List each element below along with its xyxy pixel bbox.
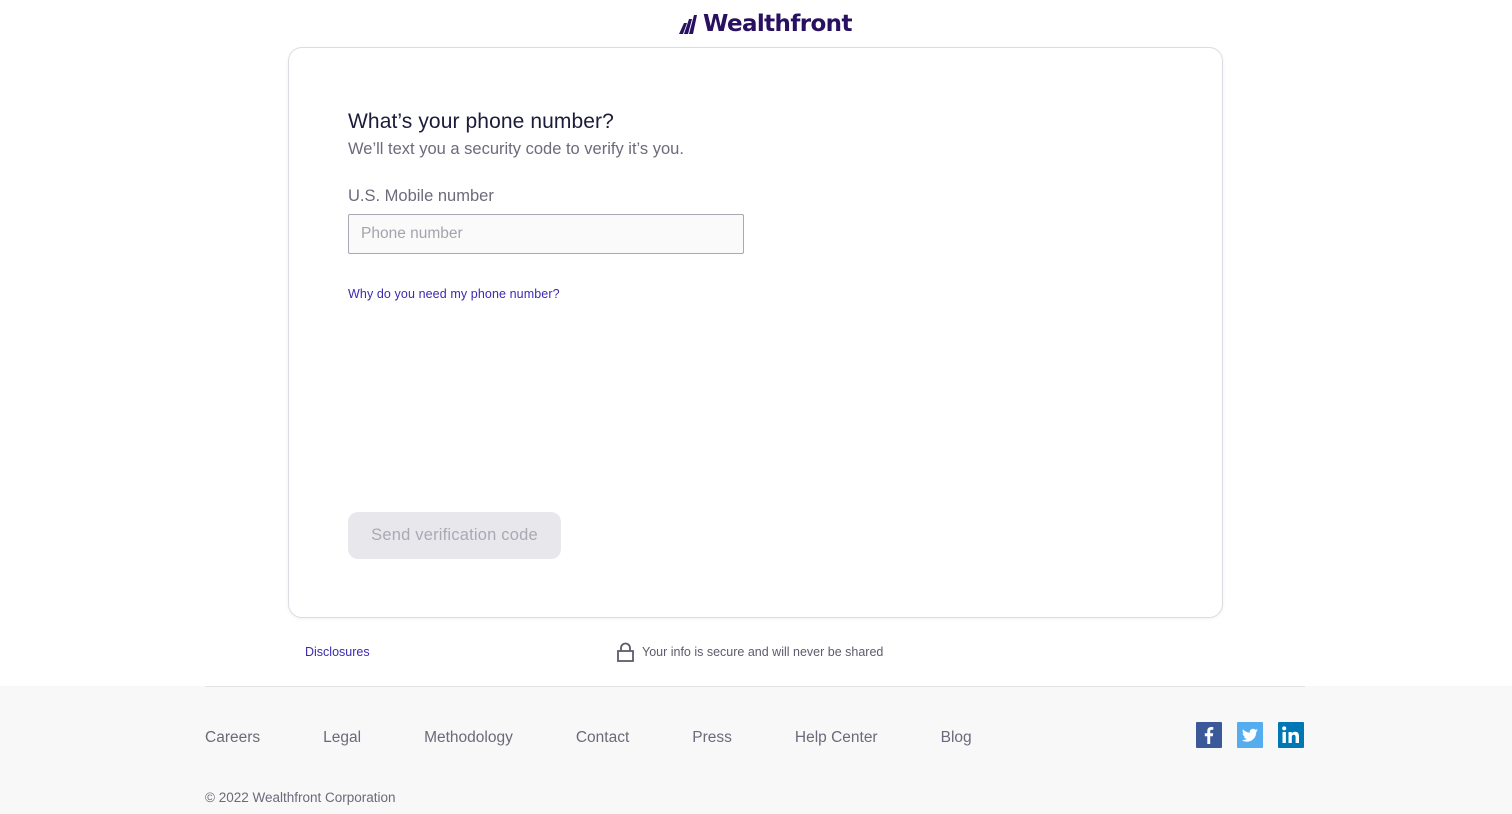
footer-link-blog[interactable]: Blog [941, 729, 972, 747]
brand-name: Wealthfront [703, 11, 852, 37]
footer-divider [205, 686, 1305, 687]
footer-link-methodology[interactable]: Methodology [424, 729, 513, 747]
secure-info-text: Your info is secure and will never be sh… [642, 645, 884, 659]
footer-nav: Careers Legal Methodology Contact Press … [205, 729, 1035, 747]
wealthfront-logo[interactable]: Wealthfront [679, 11, 852, 37]
social-links [1196, 722, 1304, 748]
footer-link-legal[interactable]: Legal [323, 729, 361, 747]
page-footer: Careers Legal Methodology Contact Press … [0, 686, 1512, 814]
twitter-icon[interactable] [1237, 722, 1263, 748]
footer-link-help-center[interactable]: Help Center [795, 729, 878, 747]
phone-field-label: U.S. Mobile number [348, 187, 494, 205]
page-subtitle: We’ll text you a security code to verify… [348, 140, 684, 158]
linkedin-icon[interactable] [1278, 722, 1304, 748]
phone-number-card: What’s your phone number? We’ll text you… [288, 47, 1223, 618]
page-title: What’s your phone number? [348, 110, 614, 133]
why-phone-link[interactable]: Why do you need my phone number? [348, 287, 560, 301]
lock-icon [617, 642, 634, 662]
copyright-text: © 2022 Wealthfront Corporation [205, 790, 396, 805]
footer-link-careers[interactable]: Careers [205, 729, 260, 747]
secure-info-note: Your info is secure and will never be sh… [617, 642, 883, 662]
phone-number-input[interactable] [348, 214, 744, 254]
footer-link-contact[interactable]: Contact [576, 729, 629, 747]
send-verification-code-button[interactable]: Send verification code [348, 512, 561, 559]
disclosures-link[interactable]: Disclosures [305, 645, 370, 659]
wealthfront-logo-mark-icon [679, 15, 697, 34]
footer-link-press[interactable]: Press [692, 729, 732, 747]
facebook-icon[interactable] [1196, 722, 1222, 748]
